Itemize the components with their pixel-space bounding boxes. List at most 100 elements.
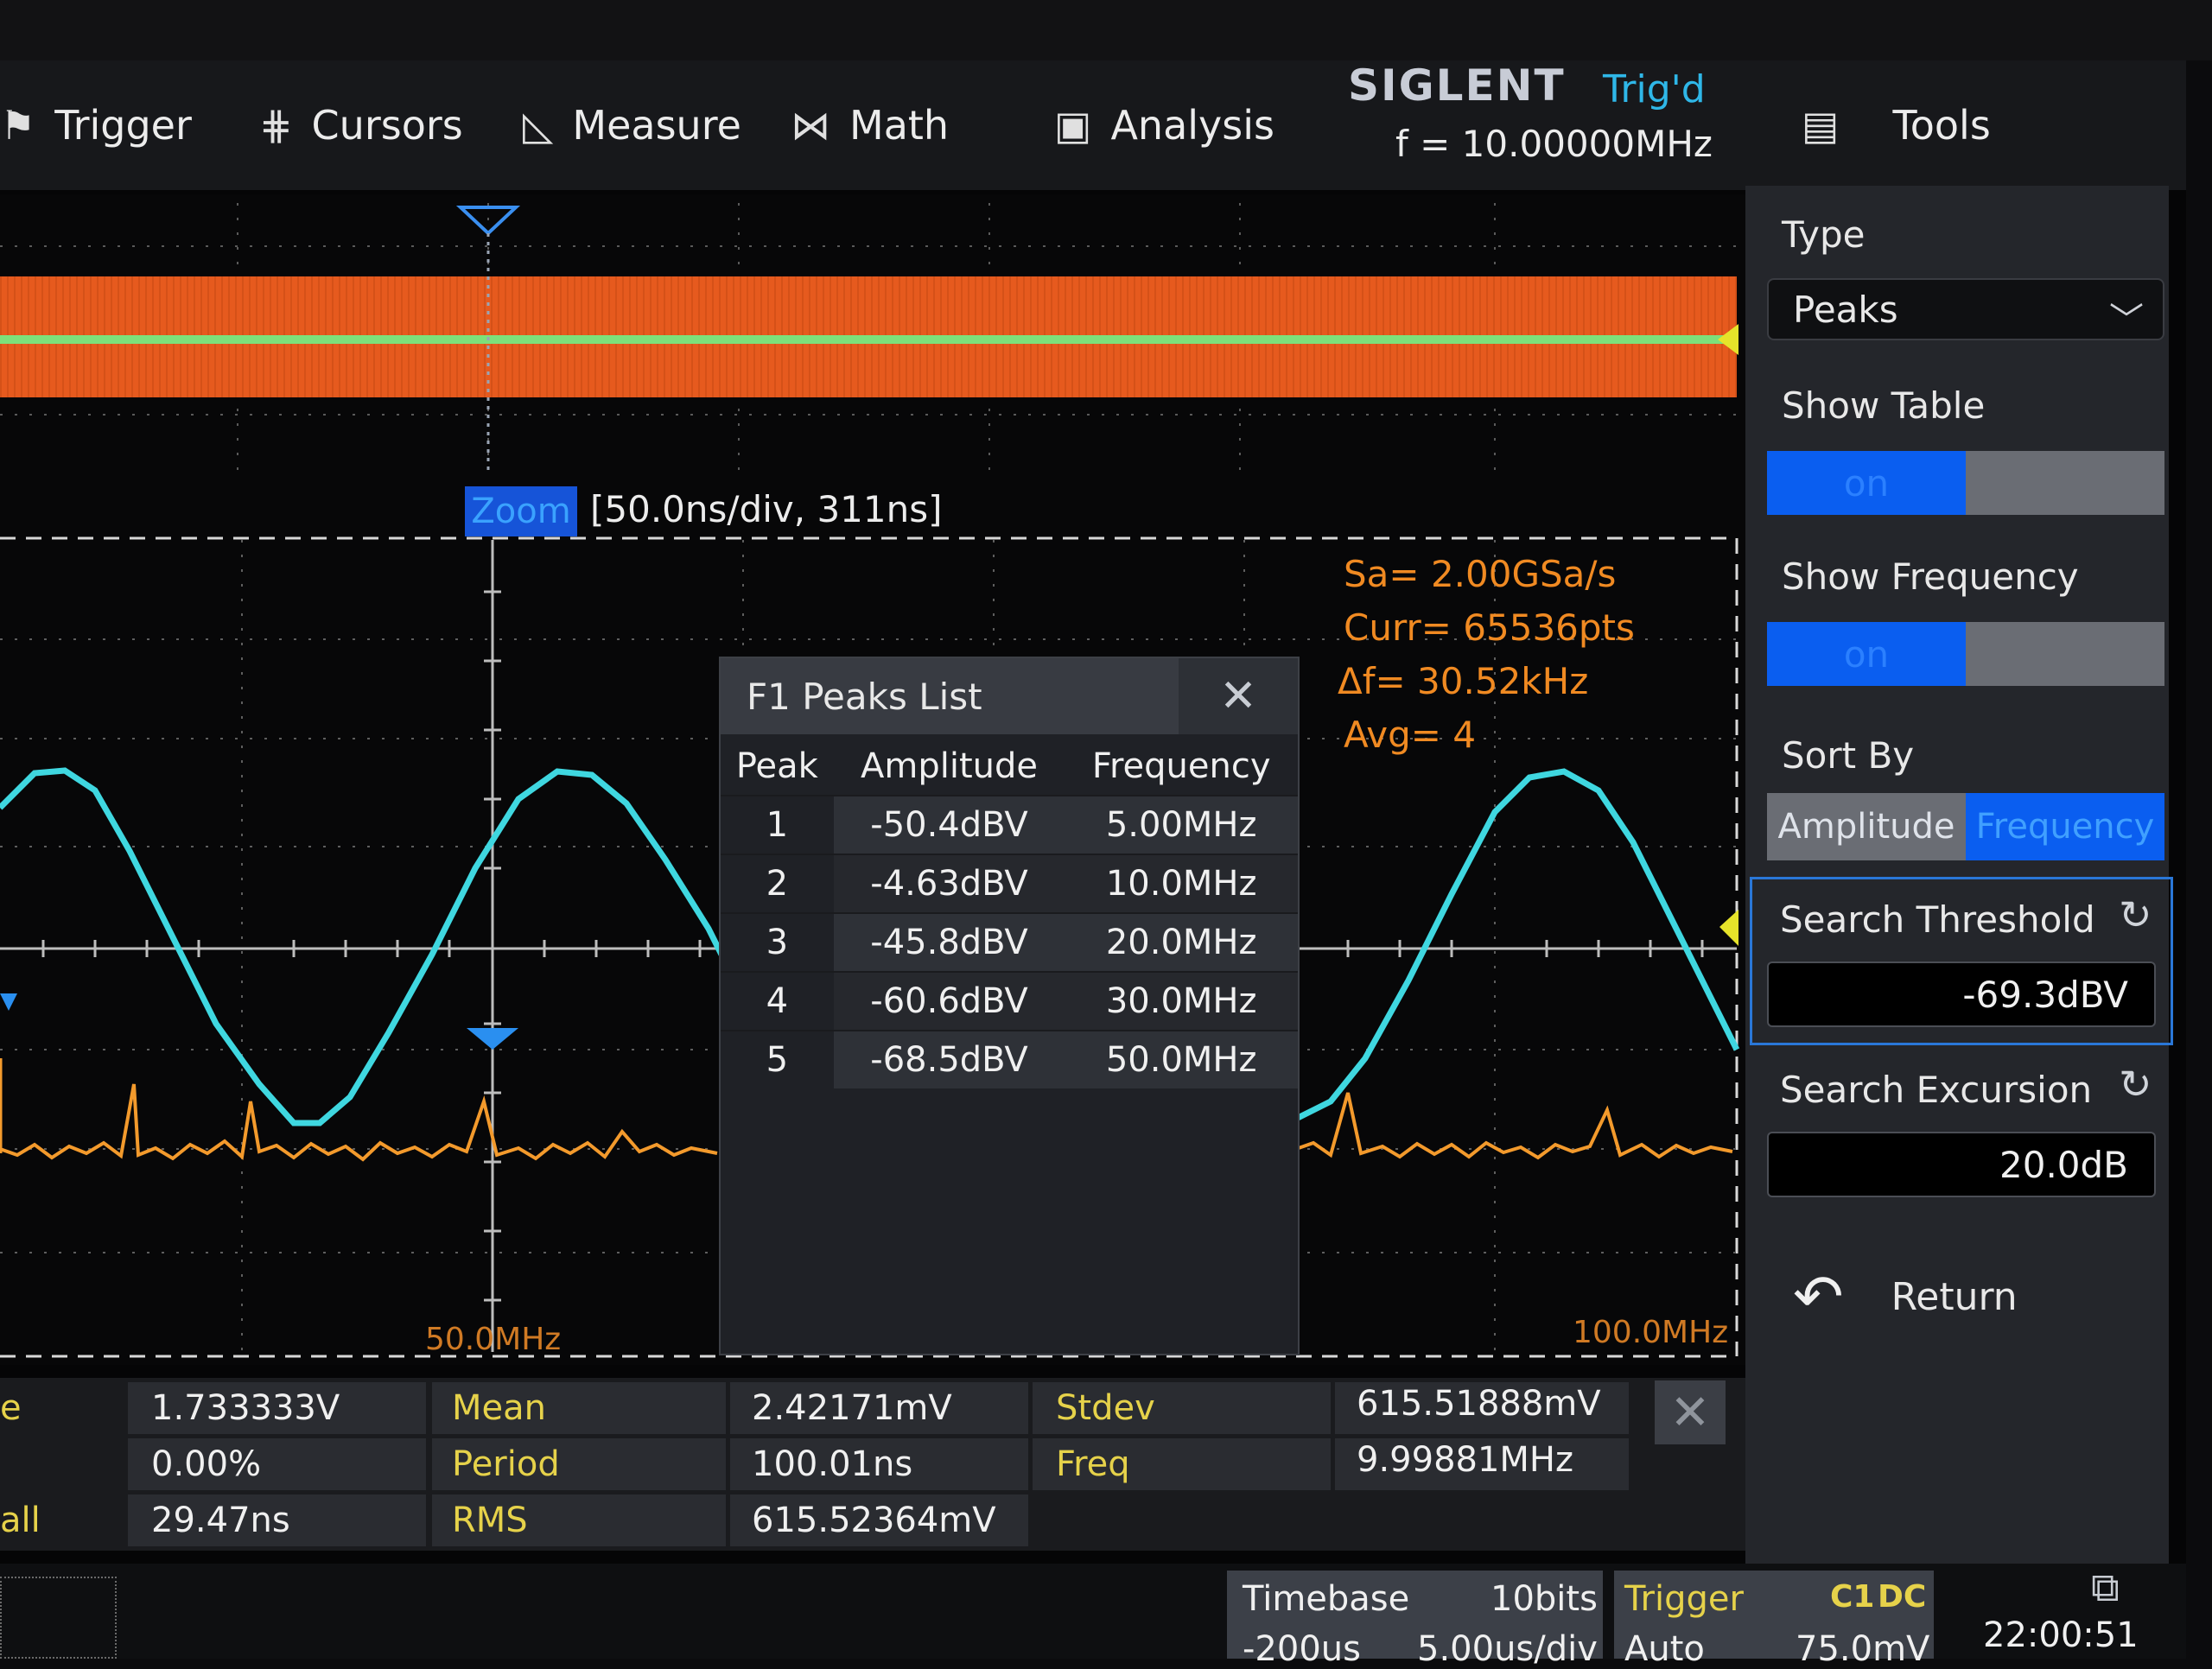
search-threshold-label: Search Threshold xyxy=(1780,898,2095,941)
fft-curr-points: Curr= 65536pts xyxy=(1344,606,1635,649)
measure-icon: ◺ xyxy=(523,102,554,149)
measure-value-stdev: 615.51888mV xyxy=(1357,1384,1601,1424)
measure-label-mean: Mean xyxy=(452,1388,546,1428)
table-row[interactable]: 2 -4.63dBV 10.0MHz xyxy=(721,854,1298,913)
menu-tools[interactable]: ▤ Tools xyxy=(1802,91,1991,160)
show-table-toggle[interactable]: on xyxy=(1767,451,2164,515)
measure-value-freq: 9.99881MHz xyxy=(1357,1440,1573,1480)
peak-frequency: 5.00MHz xyxy=(1065,795,1298,854)
peak-frequency: 50.0MHz xyxy=(1065,1030,1298,1088)
menu-trigger[interactable]: ⚑ Trigger xyxy=(0,91,192,160)
cursors-icon: ⋕ xyxy=(259,102,293,149)
network-disconnected-icon: ⧉ xyxy=(2091,1564,2120,1610)
timebase-box[interactable]: Timebase 10bits -200us 5.00us/div xyxy=(1227,1571,1603,1669)
peak-index: 5 xyxy=(721,1030,834,1088)
menu-analysis-label: Analysis xyxy=(1110,102,1274,149)
peak-amplitude: -4.63dBV xyxy=(833,854,1065,913)
sort-by-selector: Amplitude Frequency xyxy=(1767,793,2164,860)
timebase-scale: 5.00us/div xyxy=(1417,1629,1598,1669)
system-clock: 22:00:51 xyxy=(1983,1615,2139,1655)
timebase-label: Timebase xyxy=(1243,1579,1410,1619)
menu-math[interactable]: ⋈ Math xyxy=(791,91,949,160)
search-excursion-input[interactable]: 20.0dB xyxy=(1767,1132,2156,1197)
trigger-coupling: DC xyxy=(1878,1579,1927,1615)
math-icon: ⋈ xyxy=(791,102,830,149)
table-row[interactable]: 5 -68.5dBV 50.0MHz xyxy=(721,1030,1298,1088)
menu-cursors[interactable]: ⋕ Cursors xyxy=(259,91,463,160)
table-row[interactable]: 1 -50.4dBV 5.00MHz xyxy=(721,795,1298,854)
trigger-mode: Auto xyxy=(1624,1629,1705,1669)
zoom-info: [50.0ns/div, 311ns] xyxy=(590,488,943,530)
zoom-badge: Zoom xyxy=(465,486,577,536)
measure-value: 29.47ns xyxy=(151,1501,290,1540)
trigger-status: Trig'd xyxy=(1603,67,1706,111)
return-arrow-icon: ↶ xyxy=(1793,1261,1844,1332)
peak-frequency: 10.0MHz xyxy=(1065,854,1298,913)
peak-amplitude: -68.5dBV xyxy=(833,1030,1065,1088)
show-frequency-on: on xyxy=(1767,622,1966,686)
table-row[interactable]: 3 -45.8dBV 20.0MHz xyxy=(721,912,1298,972)
peak-index: 3 xyxy=(721,912,834,972)
measure-value: 0.00% xyxy=(151,1444,262,1484)
show-table-on: on xyxy=(1767,451,1966,515)
peak-amplitude: -45.8dBV xyxy=(833,912,1065,972)
tools-icon: ▤ xyxy=(1802,102,1840,149)
measure-label-stdev: Stdev xyxy=(1056,1388,1155,1428)
sort-by-label: Sort By xyxy=(1782,734,1915,777)
sort-amplitude-option[interactable]: Amplitude xyxy=(1767,793,1966,860)
measure-label-period: Period xyxy=(452,1444,560,1484)
measure-value-period: 100.01ns xyxy=(752,1444,913,1484)
brand-logo: SIGLENT xyxy=(1348,60,1566,111)
return-button[interactable]: ↶ Return xyxy=(1793,1261,2018,1332)
menu-cursors-label: Cursors xyxy=(311,102,463,149)
screen-bezel xyxy=(0,0,2212,60)
reset-icon[interactable]: ↻ xyxy=(2119,1061,2152,1107)
peak-frequency: 20.0MHz xyxy=(1065,912,1298,972)
fft-sample-rate: Sa= 2.00GSa/s xyxy=(1344,553,1617,595)
show-frequency-toggle[interactable]: on xyxy=(1767,622,2164,686)
peaks-list-dialog: F1 Peaks List ✕ Peak Amplitude Frequency… xyxy=(719,657,1300,1355)
column-header-peak: Peak xyxy=(735,746,818,786)
peak-frequency: 30.0MHz xyxy=(1065,971,1298,1031)
measure-value: 1.733333V xyxy=(151,1388,340,1428)
reset-icon[interactable]: ↻ xyxy=(2119,892,2152,938)
peaks-list-title: F1 Peaks List xyxy=(721,658,1179,734)
peak-amplitude: -50.4dBV xyxy=(833,795,1065,854)
analysis-icon: ▣ xyxy=(1054,102,1092,149)
return-label: Return xyxy=(1891,1274,2018,1319)
bit-depth: 10bits xyxy=(1491,1579,1598,1619)
menu-tools-label: Tools xyxy=(1892,102,1991,149)
trigger-level: 75.0mV xyxy=(1796,1629,1930,1669)
menu-analysis[interactable]: ▣ Analysis xyxy=(1054,91,1274,160)
peak-index: 4 xyxy=(721,971,834,1031)
search-threshold-input[interactable]: -69.3dBV xyxy=(1767,961,2156,1027)
close-icon[interactable]: ✕ xyxy=(1655,1380,1726,1444)
fft-axis-mid-label: 50.0MHz xyxy=(425,1322,562,1357)
peak-index: 2 xyxy=(721,854,834,913)
type-dropdown-value: Peaks xyxy=(1793,288,1898,331)
measure-value-mean: 2.42171mV xyxy=(752,1388,952,1428)
column-header-frequency: Frequency xyxy=(1091,746,1271,786)
frequency-counter: f = 10.00000MHz xyxy=(1395,123,1713,165)
channel-slot[interactable] xyxy=(0,1577,117,1659)
close-icon[interactable]: ✕ xyxy=(1179,658,1298,734)
measure-label-partial: e xyxy=(0,1388,22,1428)
type-dropdown[interactable]: Peaks ﹀ xyxy=(1767,278,2164,340)
show-frequency-label: Show Frequency xyxy=(1782,555,2079,598)
measure-label-partial: all xyxy=(0,1501,41,1540)
type-label: Type xyxy=(1782,213,1866,256)
search-excursion-label: Search Excursion xyxy=(1780,1069,2093,1111)
timebase-offset: -200us xyxy=(1243,1629,1361,1669)
table-row[interactable]: 4 -60.6dBV 30.0MHz xyxy=(721,971,1298,1031)
fft-avg: Avg= 4 xyxy=(1344,714,1477,756)
measure-value-rms: 615.52364mV xyxy=(752,1501,996,1540)
measure-label-rms: RMS xyxy=(452,1501,528,1540)
peak-amplitude: -60.6dBV xyxy=(833,971,1065,1031)
menu-measure-label: Measure xyxy=(572,102,741,149)
sort-frequency-option[interactable]: Frequency xyxy=(1966,793,2164,860)
menu-measure[interactable]: ◺ Measure xyxy=(523,91,741,160)
menu-trigger-label: Trigger xyxy=(54,102,192,149)
show-table-label: Show Table xyxy=(1782,384,1986,427)
trigger-box[interactable]: Trigger C1 DC Auto 75.0mV xyxy=(1614,1571,1934,1669)
peaks-table: Peak Amplitude Frequency 1 -50.4dBV 5.00… xyxy=(721,738,1298,1088)
